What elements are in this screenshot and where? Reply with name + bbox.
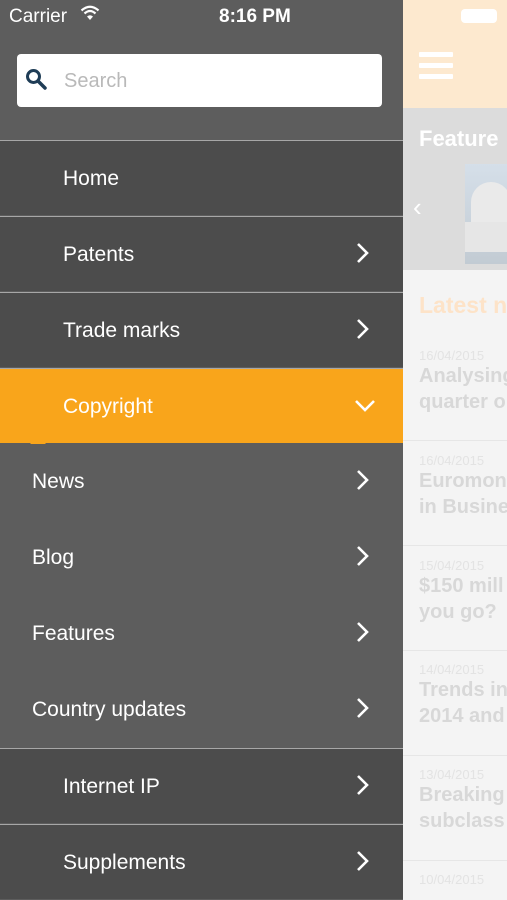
- article-item[interactable]: 14/04/2015 Trends in 2014 and: [419, 662, 507, 729]
- content-top-bar: [403, 0, 507, 108]
- menu-item-label: Features: [32, 622, 115, 645]
- article-item[interactable]: 15/04/2015 $150 mill you go?: [419, 558, 504, 625]
- capitol-image: [465, 164, 507, 264]
- menu-item-copyright[interactable]: Copyright: [0, 368, 403, 443]
- article-date: 15/04/2015: [419, 558, 485, 573]
- article-item[interactable]: 13/04/2015 Breaking subclass: [419, 767, 505, 834]
- chevron-right-icon: [353, 847, 373, 875]
- article-date: 10/04/2015: [419, 872, 485, 887]
- menu-item-label: News: [32, 470, 85, 493]
- menu-item-supplements[interactable]: Supplements: [0, 824, 403, 899]
- menu-item-trade-marks[interactable]: Trade marks: [0, 292, 403, 367]
- menu-item-internet-ip[interactable]: Internet IP: [0, 748, 403, 823]
- menu-item-label: Blog: [32, 546, 75, 569]
- status-time: 8:16 PM: [219, 6, 291, 27]
- main-content-panel: Feature ‹ Latest n 16/04/2015 Analysing …: [403, 0, 507, 900]
- article-item[interactable]: 16/04/2015 Euromon in Busine: [419, 453, 507, 520]
- menu-item-label: Supplements: [63, 851, 186, 874]
- menu-item-label: Patents: [63, 243, 135, 266]
- article-title-line: you go?: [419, 601, 497, 623]
- chevron-down-icon: [353, 391, 377, 419]
- chevron-right-icon: [353, 239, 373, 267]
- article-title-line: Breaking: [419, 784, 505, 806]
- menu-item-blog[interactable]: Blog: [0, 520, 403, 595]
- menu-item-news[interactable]: News: [0, 444, 403, 519]
- article-title-line: Euromon: [419, 470, 507, 492]
- article-date: 13/04/2015: [419, 767, 485, 782]
- menu-item-label: Country updates: [32, 698, 187, 721]
- chevron-right-icon: [353, 466, 373, 494]
- menu-item-country-updates[interactable]: Country updates: [0, 672, 403, 747]
- chevron-right-icon: [353, 694, 373, 722]
- article-item[interactable]: 16/04/2015 Analysing quarter o: [419, 348, 507, 415]
- menu-item-label: Home: [63, 167, 120, 190]
- menu-item-home[interactable]: Home: [0, 140, 403, 215]
- menu-item-label: Copyright: [63, 395, 153, 418]
- status-bar: Carrier 8:16 PM: [0, 0, 403, 34]
- search-box[interactable]: [17, 54, 382, 109]
- article-title-line: Trends in: [419, 679, 507, 701]
- menu-item-label: Internet IP: [63, 775, 160, 798]
- article-title-line: $150 mill: [419, 575, 504, 597]
- chevron-right-icon: [353, 315, 373, 343]
- featured-title: Feature: [419, 126, 499, 151]
- latest-news-heading: Latest n: [419, 292, 507, 318]
- article-title-line: 2014 and: [419, 705, 505, 727]
- chevron-right-icon: [353, 542, 373, 570]
- article-date: 16/04/2015: [419, 453, 485, 468]
- article-title-line: in Busine: [419, 496, 507, 518]
- article-title-line: quarter o: [419, 391, 506, 413]
- article-title-line: subclass: [419, 810, 505, 832]
- search-icon: [25, 68, 47, 90]
- article-item[interactable]: 10/04/2015: [419, 872, 484, 887]
- carousel-prev-icon[interactable]: ‹: [413, 192, 422, 223]
- battery-icon: [461, 9, 497, 23]
- menu-item-features[interactable]: Features: [0, 596, 403, 671]
- article-date: 16/04/2015: [419, 348, 485, 363]
- article-title-line: Analysing: [419, 365, 507, 387]
- carrier-label: Carrier: [9, 6, 68, 27]
- chevron-right-icon: [353, 618, 373, 646]
- article-date: 14/04/2015: [419, 662, 485, 677]
- menu-item-patents[interactable]: Patents: [0, 216, 403, 291]
- chevron-right-icon: [353, 771, 373, 799]
- featured-carousel[interactable]: Feature ‹: [403, 108, 507, 270]
- search-input[interactable]: [62, 54, 376, 109]
- navigation-drawer: Carrier 8:16 PM Home Patents Trade marks…: [0, 0, 403, 900]
- hamburger-menu-icon[interactable]: [419, 52, 453, 85]
- wifi-icon: [80, 5, 100, 26]
- menu-item-label: Trade marks: [63, 319, 181, 342]
